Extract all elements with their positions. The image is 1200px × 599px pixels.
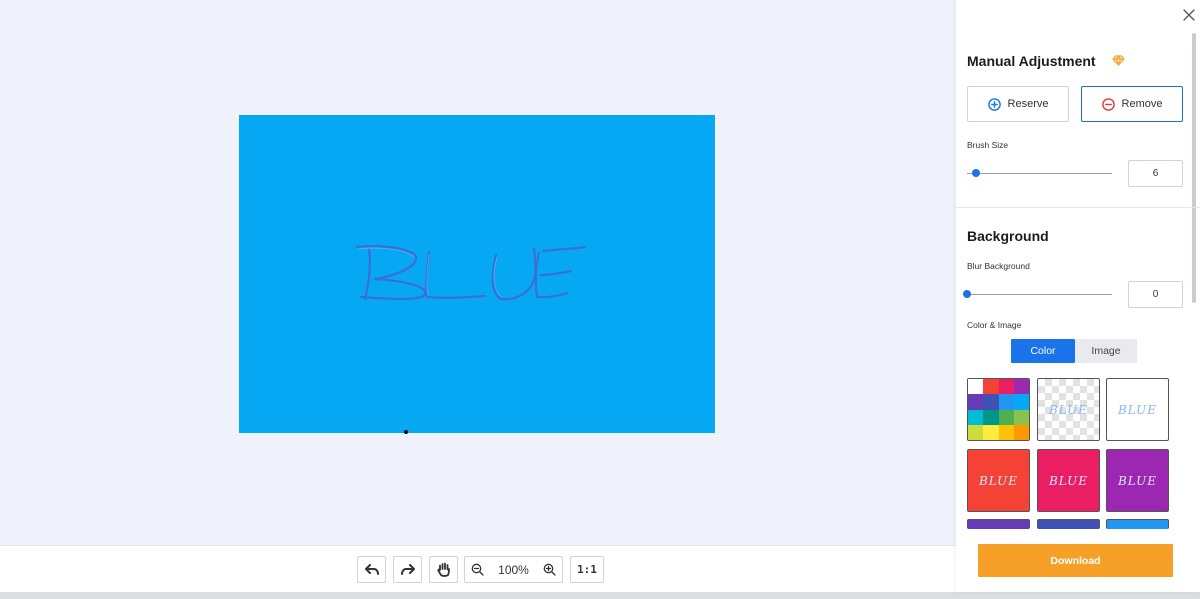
close-button[interactable] [1180,6,1198,24]
palette-cell [1013,394,1029,410]
blue-handwriting [355,245,587,301]
window-bottom-edge [0,592,1200,599]
image-preview[interactable]: BLUE [239,115,715,433]
blur-background-label: Blur Background [967,261,1030,271]
palette-cell [983,394,999,410]
swatch-preview-text: BLUE [1048,473,1088,488]
plus-circle-icon [987,97,1001,111]
tab-color[interactable]: Color [1011,339,1075,363]
download-area: Download [956,530,1200,592]
blur-background-slider[interactable] [967,294,1112,295]
palette-cell [968,379,984,395]
tab-image[interactable]: Image [1075,339,1137,363]
color-image-label: Color & Image [967,320,1022,330]
blur-background-slider-handle[interactable] [963,290,971,298]
zoom-out-icon[interactable] [471,563,484,576]
palette-cell [968,424,984,440]
palette-cell [1013,409,1029,425]
reserve-button[interactable]: Reserve [967,86,1069,122]
blur-background-input[interactable]: 0 [1128,281,1183,308]
remove-label: Remove [1121,98,1163,110]
brush-size-label: Brush Size [967,140,1009,150]
swatch-indigo[interactable] [1037,519,1100,529]
palette-cell [968,409,984,425]
palette-cell [998,424,1014,440]
zoom-level: 100% [498,562,529,577]
cursor-dot [404,430,408,434]
bottom-toolbar: 100% 1:1 [0,545,956,592]
swatch-red[interactable]: BLUE [967,449,1030,512]
manual-adjustment-title: Manual Adjustment [967,53,1096,69]
palette-cell [968,394,984,410]
swatch-color-palette[interactable] [967,378,1030,441]
swatch-transparent[interactable]: BLUE [1037,378,1100,441]
close-icon [1183,9,1195,21]
canvas-area: BLUE [0,0,956,545]
premium-gem-icon [1112,55,1125,66]
swatch-deep-purple[interactable] [967,519,1030,529]
side-panel: Manual Adjustment Reserve Remove Brush S… [956,0,1200,592]
section-divider [956,207,1200,208]
swatch-preview-text: BLUE [1117,473,1157,488]
brush-size-slider[interactable] [967,173,1112,174]
palette-cell [998,379,1014,395]
background-title: Background [967,228,1049,244]
palette-cell [983,424,999,440]
swatch-preview-text: BLUE [1048,402,1088,417]
hand-tool-button[interactable] [429,556,458,583]
download-button[interactable]: Download [978,544,1173,577]
swatch-preview-text: BLUE [1117,402,1157,417]
zoom-in-icon[interactable] [543,563,556,576]
palette-cell [983,379,999,395]
actual-size-button[interactable]: 1:1 [570,556,604,583]
undo-button[interactable] [357,556,386,583]
brush-size-input[interactable]: 6 [1128,160,1183,187]
reserve-label: Reserve [1007,98,1049,110]
palette-cell [998,409,1014,425]
panel-scrollbar[interactable] [1192,33,1196,303]
color-palette-grid [968,379,1029,440]
brush-size-slider-handle[interactable] [971,169,980,177]
redo-icon [400,563,415,575]
undo-icon [364,563,379,575]
palette-cell [1013,379,1029,395]
remove-button[interactable]: Remove [1081,86,1183,122]
zoom-control: 100% [464,556,563,583]
hand-icon [436,562,450,577]
swatch-purple[interactable]: BLUE [1106,449,1169,512]
palette-cell [983,409,999,425]
palette-cell [998,394,1014,410]
swatch-pink[interactable]: BLUE [1037,449,1100,512]
minus-circle-icon [1101,97,1115,111]
redo-button[interactable] [393,556,422,583]
swatch-preview-text: BLUE [978,473,1018,488]
swatch-light-blue[interactable] [1106,519,1169,529]
palette-cell [1013,424,1029,440]
swatch-white[interactable]: BLUE [1106,378,1169,441]
